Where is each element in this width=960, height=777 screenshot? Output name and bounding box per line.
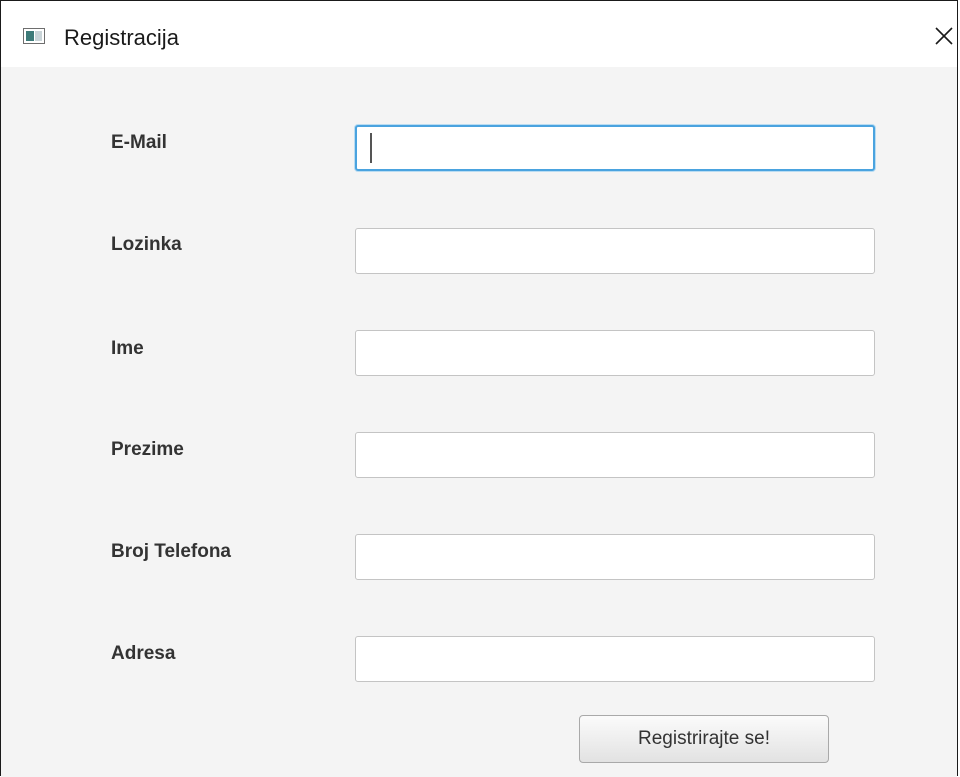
address-field[interactable] (355, 636, 875, 682)
password-label: Lozinka (111, 234, 182, 255)
app-window-icon (23, 28, 45, 44)
registration-window: Registracija E-Mail Lozinka Ime Prezime … (0, 0, 958, 777)
email-label: E-Mail (111, 132, 167, 153)
first-name-field[interactable] (355, 330, 875, 376)
close-icon (935, 27, 953, 45)
close-button[interactable] (929, 21, 959, 51)
phone-field[interactable] (355, 534, 875, 580)
last-name-field[interactable] (355, 432, 875, 478)
first-name-label: Ime (111, 338, 144, 359)
phone-label: Broj Telefona (111, 541, 231, 562)
window-title: Registracija (64, 25, 179, 50)
last-name-label: Prezime (111, 439, 184, 460)
title-bar[interactable]: Registracija (1, 1, 957, 67)
address-label: Adresa (111, 643, 176, 664)
email-field[interactable] (355, 125, 875, 171)
register-button[interactable]: Registrirajte se! (579, 715, 829, 763)
text-caret (370, 133, 372, 163)
password-field[interactable] (355, 228, 875, 274)
